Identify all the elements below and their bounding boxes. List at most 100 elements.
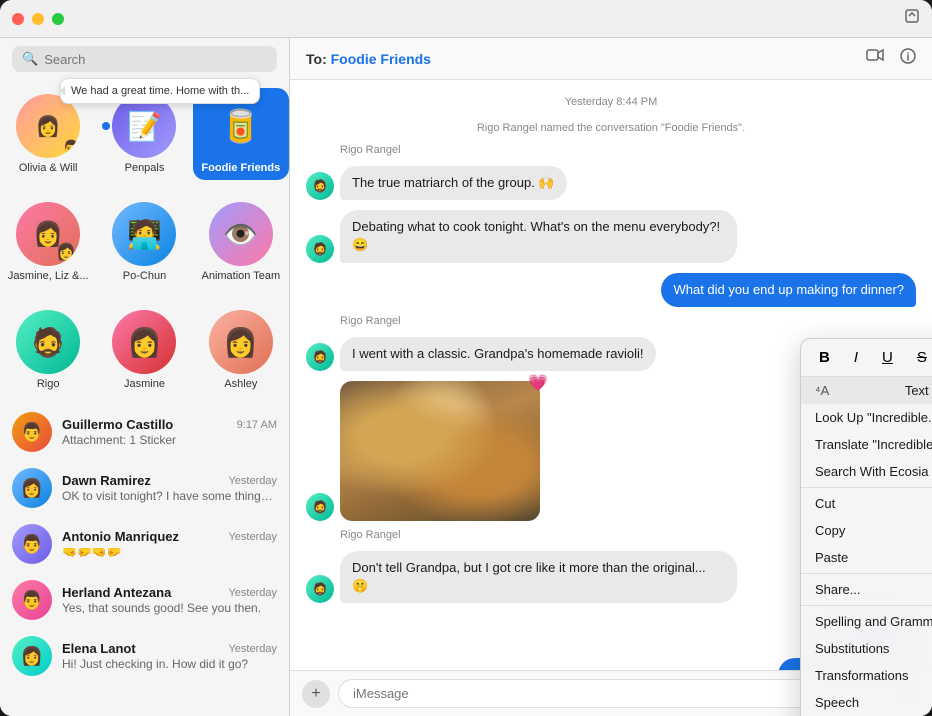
avatar-grid-row3: 🧔 Rigo 👩 Jasmine 👩 Ashley bbox=[0, 296, 289, 404]
menu-item-translate[interactable]: Translate "Incredible. I'll have to try.… bbox=[801, 431, 932, 458]
chat-recipient: Foodie Friends bbox=[331, 51, 431, 67]
chat-header: To: Foodie Friends bbox=[290, 38, 932, 80]
tooltip-bubble: We had a great time. Home with th... bbox=[60, 78, 260, 104]
video-call-icon[interactable] bbox=[866, 48, 884, 69]
text-effects-label: Text Effects bbox=[905, 383, 932, 398]
msg-avatar-rigo-5: 🧔 bbox=[306, 575, 334, 603]
menu-label-substitutions: Substitutions bbox=[815, 641, 889, 656]
traffic-lights bbox=[12, 13, 64, 25]
conv-time-elena: Yesterday bbox=[228, 643, 277, 655]
menu-item-search-ecosia[interactable]: Search With Ecosia bbox=[801, 458, 932, 485]
chat-panel: To: Foodie Friends bbox=[290, 38, 932, 716]
main-content: 🔍 We had a great time. Home with th... 👩… bbox=[0, 38, 932, 716]
conv-info-elena: Elena Lanot Yesterday Hi! Just checking … bbox=[62, 641, 277, 671]
avatar-label-foodie-friends: Foodie Friends bbox=[201, 162, 280, 174]
search-bar-container: 🔍 bbox=[0, 38, 289, 80]
fullscreen-button[interactable] bbox=[52, 13, 64, 25]
avatar-cell-jasmine[interactable]: 👩 Jasmine bbox=[96, 304, 192, 396]
compose-button[interactable] bbox=[904, 8, 920, 29]
text-effects-icon: ⁴A bbox=[815, 383, 829, 398]
conv-time-antonio: Yesterday bbox=[228, 531, 277, 543]
bubble-1: The true matriarch of the group. 🙌 bbox=[340, 166, 567, 200]
avatar-cell-ashley[interactable]: 👩 Ashley bbox=[193, 304, 289, 396]
format-italic-button[interactable]: I bbox=[848, 347, 864, 368]
avatar-grid-row2: 👩 👩 Jasmine, Liz &... 🧑‍💻 Po-Chun 👁️ A bbox=[0, 188, 289, 296]
conv-time-guillermo: 9:17 AM bbox=[237, 419, 277, 431]
conv-item-elena[interactable]: 👩 Elena Lanot Yesterday Hi! Just checkin… bbox=[0, 628, 289, 684]
conv-info-herland: Herland Antezana Yesterday Yes, that sou… bbox=[62, 585, 277, 615]
food-image-container: 💗 bbox=[340, 381, 540, 521]
conv-preview-guillermo: Attachment: 1 Sticker bbox=[62, 433, 277, 447]
bubble-4: I went with a classic. Grandpa's homemad… bbox=[340, 337, 656, 371]
minimize-button[interactable] bbox=[32, 13, 44, 25]
conv-avatar-elena: 👩 bbox=[12, 636, 52, 676]
menu-item-transformations[interactable]: Transformations › bbox=[801, 662, 932, 689]
context-formatting-row: B I U S bbox=[801, 339, 932, 377]
menu-item-spelling[interactable]: Spelling and Grammar › bbox=[801, 608, 932, 635]
avatar-rigo: 🧔 bbox=[16, 310, 80, 374]
conv-header-guillermo: Guillermo Castillo 9:17 AM bbox=[62, 417, 277, 432]
chat-header-icons bbox=[866, 48, 916, 69]
info-icon[interactable] bbox=[900, 48, 916, 69]
conv-item-herland[interactable]: 👨 Herland Antezana Yesterday Yes, that s… bbox=[0, 572, 289, 628]
bubble-6: Don't tell Grandpa, but I got cre like i… bbox=[340, 551, 737, 603]
menu-item-cut[interactable]: Cut bbox=[801, 490, 932, 517]
conv-avatar-herland: 👨 bbox=[12, 580, 52, 620]
conv-time-dawn: Yesterday bbox=[228, 475, 277, 487]
menu-item-speech[interactable]: Speech › bbox=[801, 689, 932, 716]
conv-header-dawn: Dawn Ramirez Yesterday bbox=[62, 473, 277, 488]
close-button[interactable] bbox=[12, 13, 24, 25]
msg-avatar-rigo-3: 🧔 bbox=[306, 343, 334, 371]
avatar-cell-rigo[interactable]: 🧔 Rigo bbox=[0, 304, 96, 396]
msg-avatar-rigo-4: 🧔 bbox=[306, 493, 334, 521]
avatar-label-olivia-will: Olivia & Will bbox=[19, 162, 78, 174]
avatar-label-animation-team: Animation Team bbox=[201, 270, 280, 282]
menu-item-look-up[interactable]: Look Up "Incredible. I'll have to try...… bbox=[801, 404, 932, 431]
messages-window: 🔍 We had a great time. Home with th... 👩… bbox=[0, 0, 932, 716]
avatar-ashley: 👩 bbox=[209, 310, 273, 374]
avatar-jasmine-liz: 👩 👩 bbox=[16, 202, 80, 266]
conv-item-dawn[interactable]: 👩 Dawn Ramirez Yesterday OK to visit ton… bbox=[0, 460, 289, 516]
menu-item-paste[interactable]: Paste bbox=[801, 544, 932, 571]
search-input[interactable] bbox=[44, 52, 267, 67]
menu-item-copy[interactable]: Copy bbox=[801, 517, 932, 544]
conversation-list: 👨 Guillermo Castillo 9:17 AM Attachment:… bbox=[0, 404, 289, 716]
add-attachment-button[interactable]: + bbox=[302, 680, 330, 708]
conv-item-guillermo[interactable]: 👨 Guillermo Castillo 9:17 AM Attachment:… bbox=[0, 404, 289, 460]
conv-header-antonio: Antonio Manriquez Yesterday bbox=[62, 529, 277, 544]
food-image-inner bbox=[340, 381, 540, 521]
menu-label-speech: Speech bbox=[815, 695, 859, 710]
ctx-separator-2 bbox=[801, 573, 932, 574]
avatar-label-ashley: Ashley bbox=[224, 378, 257, 390]
format-underline-button[interactable]: U bbox=[876, 347, 899, 368]
avatar-cell-jasmine-liz[interactable]: 👩 👩 Jasmine, Liz &... bbox=[0, 196, 96, 288]
search-input-wrapper[interactable]: 🔍 bbox=[12, 46, 277, 72]
avatar-label-rigo: Rigo bbox=[37, 378, 60, 390]
avatar-cell-olivia-will[interactable]: We had a great time. Home with th... 👩 👨… bbox=[0, 88, 96, 180]
search-icon: 🔍 bbox=[22, 51, 38, 67]
conv-item-antonio[interactable]: 👨 Antonio Manriquez Yesterday 🤜🤛🤜🤛 bbox=[0, 516, 289, 572]
avatar-label-jasmine-liz: Jasmine, Liz &... bbox=[8, 270, 89, 282]
avatar-cell-po-chun[interactable]: 🧑‍💻 Po-Chun bbox=[96, 196, 192, 288]
format-bold-button[interactable]: B bbox=[813, 347, 836, 368]
menu-label-spelling: Spelling and Grammar bbox=[815, 614, 932, 629]
conv-preview-elena: Hi! Just checking in. How did it go? bbox=[62, 657, 277, 671]
avatar-cell-animation-team[interactable]: 👁️ Animation Team bbox=[193, 196, 289, 288]
menu-item-share[interactable]: Share... bbox=[801, 576, 932, 603]
avatar-label-penpals: Penpals bbox=[125, 162, 165, 174]
avatar-po-chun: 🧑‍💻 bbox=[112, 202, 176, 266]
menu-item-substitutions[interactable]: Substitutions › bbox=[801, 635, 932, 662]
conv-header-herland: Herland Antezana Yesterday bbox=[62, 585, 277, 600]
menu-label-look-up: Look Up "Incredible. I'll have to try...… bbox=[815, 410, 932, 425]
avatar-label-po-chun: Po-Chun bbox=[123, 270, 166, 282]
system-time: Yesterday 8:44 PM bbox=[306, 96, 916, 108]
msg-row-3: What did you end up making for dinner? bbox=[306, 273, 916, 307]
menu-label-paste: Paste bbox=[815, 550, 848, 565]
context-menu[interactable]: B I U S ⁴A Text Effects › Big Small bbox=[800, 338, 932, 716]
avatar-label-jasmine: Jasmine bbox=[124, 378, 165, 390]
msg-row-2: 🧔 Debating what to cook tonight. What's … bbox=[306, 210, 916, 262]
menu-label-share: Share... bbox=[815, 582, 861, 597]
text-effects-menu-item[interactable]: ⁴A Text Effects › Big Small Shake Nod Ex… bbox=[801, 377, 932, 404]
bubble-3: What did you end up making for dinner? bbox=[661, 273, 916, 307]
format-strikethrough-button[interactable]: S bbox=[911, 347, 932, 368]
